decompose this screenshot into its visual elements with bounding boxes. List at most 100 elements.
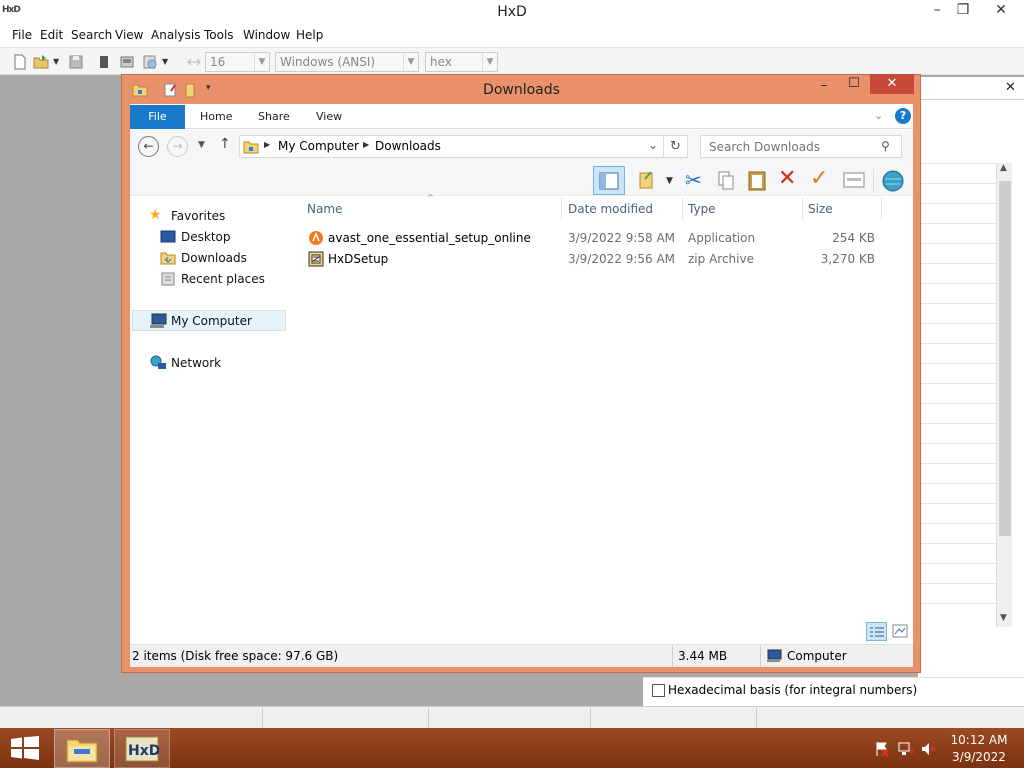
offset-base-select[interactable]: hex ▼	[425, 52, 498, 72]
help-icon[interactable]: ?	[895, 108, 911, 124]
back-button[interactable]: ←	[138, 136, 159, 157]
open-dropdown-icon[interactable]: ▼	[53, 57, 59, 66]
expand-ribbon-icon[interactable]: ⌄	[874, 109, 883, 122]
folder-icon	[243, 141, 259, 154]
address-bar[interactable]: ▶ My Computer ▶ Downloads ⌄	[239, 135, 664, 158]
panel-close-icon[interactable]: ✕	[1005, 80, 1016, 95]
status-selected-size: 3.44 MB	[678, 649, 728, 663]
column-header-date-modified[interactable]: Date modified	[568, 202, 653, 216]
scroll-down-icon[interactable]: ▼	[1000, 613, 1007, 623]
search-input[interactable]	[701, 136, 876, 157]
open-folder-icon[interactable]	[33, 54, 49, 70]
clock-date[interactable]: 3/9/2022	[944, 750, 1014, 764]
nav-downloads[interactable]: Downloads	[181, 251, 247, 265]
volume-muted-icon[interactable]	[921, 741, 937, 757]
restore-button[interactable]: ❐	[948, 0, 978, 22]
computer-icon	[150, 313, 167, 328]
scrollbar-thumb[interactable]	[999, 181, 1011, 536]
status-item-count: 2 items (Disk free space: 97.6 GB)	[132, 649, 339, 663]
cut-icon[interactable]: ✂	[685, 168, 702, 192]
paste-icon[interactable]	[747, 169, 767, 191]
grid-line	[920, 223, 1000, 224]
windows-start-icon[interactable]	[11, 736, 39, 760]
grid-line	[920, 443, 1000, 444]
tab-home[interactable]: Home	[200, 110, 232, 123]
taskbar-file-explorer[interactable]	[54, 729, 110, 768]
menu-window[interactable]: Window	[243, 28, 290, 42]
grid-line	[920, 203, 1000, 204]
disk-dropdown-icon[interactable]: ▼	[162, 57, 168, 66]
column-header-name[interactable]: Name	[307, 202, 342, 216]
desktop-icon	[160, 230, 176, 243]
up-button[interactable]: ↑	[219, 136, 231, 152]
bytes-per-row-select[interactable]: 16 ▼	[205, 52, 270, 72]
nav-recent-places[interactable]: Recent places	[181, 272, 265, 286]
scroll-up-icon[interactable]: ▲	[1000, 163, 1007, 173]
grid-line	[920, 363, 1000, 364]
tab-share[interactable]: Share	[258, 110, 290, 123]
explorer-minimize-button[interactable]: –	[810, 78, 838, 98]
network-status-icon[interactable]	[898, 741, 914, 757]
nav-favorites[interactable]: Favorites	[171, 209, 225, 223]
explorer-close-button[interactable]: ✕	[870, 74, 914, 94]
hexadecimal-basis-checkbox[interactable]	[652, 684, 665, 697]
menu-analysis[interactable]: Analysis	[151, 28, 200, 42]
breadcrumb-my-computer[interactable]: My Computer	[278, 139, 359, 153]
breadcrumb-downloads[interactable]: Downloads	[375, 139, 441, 153]
action-center-flag-icon[interactable]	[874, 741, 890, 757]
charset-select[interactable]: Windows (ANSI) ▼	[275, 52, 419, 72]
nav-my-computer[interactable]: My Computer	[171, 314, 252, 328]
menu-help[interactable]: Help	[296, 28, 323, 42]
grid-line	[920, 243, 1000, 244]
inspector-scrollbar[interactable]: ▲ ▼	[996, 163, 1012, 627]
downloads-folder-icon	[160, 252, 176, 265]
clock-time[interactable]: 10:12 AM	[944, 733, 1014, 747]
refresh-button[interactable]: ↻	[664, 135, 688, 158]
organize-dropdown-icon[interactable]: ▼	[666, 176, 673, 186]
column-header-type[interactable]: Type	[688, 202, 716, 216]
search-box[interactable]: ⚲	[700, 135, 902, 158]
address-dropdown-icon[interactable]: ⌄	[648, 138, 658, 152]
new-item-icon[interactable]	[843, 172, 865, 188]
taskbar-hxd[interactable]: HxD	[114, 729, 170, 768]
breadcrumb-separator-icon[interactable]: ▶	[264, 140, 270, 149]
hexadecimal-basis-label[interactable]: Hexadecimal basis (for integral numbers)	[668, 683, 917, 697]
explorer-maximize-button[interactable]: ☐	[840, 76, 868, 96]
open-ram-icon[interactable]	[119, 54, 135, 70]
grid-line	[920, 163, 1000, 164]
menu-search[interactable]: Search	[71, 28, 112, 42]
file-type: Application	[688, 231, 756, 245]
zip-archive-icon	[308, 251, 324, 267]
properties-icon[interactable]	[637, 170, 657, 190]
grid-line	[920, 523, 1000, 524]
open-disk-icon[interactable]	[96, 54, 112, 70]
menu-file[interactable]: File	[12, 28, 32, 42]
new-file-icon[interactable]	[12, 54, 28, 70]
breadcrumb-separator-icon[interactable]: ▶	[363, 140, 369, 149]
tab-view[interactable]: View	[316, 110, 342, 123]
close-button[interactable]: ✕	[983, 0, 1019, 22]
menu-view[interactable]: View	[115, 28, 143, 42]
rename-icon[interactable]: ✓	[810, 166, 828, 191]
table-row[interactable]: avast_one_essential_setup_online 3/9/202…	[305, 229, 880, 248]
open-disk-image-icon[interactable]	[142, 54, 158, 70]
forward-button[interactable]: →	[167, 136, 188, 157]
grid-line	[920, 283, 1000, 284]
nav-desktop[interactable]: Desktop	[181, 230, 231, 244]
nav-network[interactable]: Network	[171, 356, 221, 370]
menu-tools[interactable]: Tools	[204, 28, 234, 42]
column-header-size[interactable]: Size	[808, 202, 833, 216]
large-icons-view-icon[interactable]	[892, 624, 908, 638]
table-row[interactable]: HxDSetup 3/9/2022 9:56 AM zip Archive 3,…	[305, 250, 880, 269]
preview-pane-button[interactable]	[593, 166, 625, 195]
grid-line	[920, 583, 1000, 584]
menu-edit[interactable]: Edit	[40, 28, 63, 42]
save-icon[interactable]	[68, 54, 84, 70]
copy-icon[interactable]	[716, 170, 736, 190]
status-divider	[428, 707, 429, 728]
globe-icon[interactable]	[881, 169, 905, 193]
recent-locations-dropdown-icon[interactable]: ▼	[198, 140, 205, 150]
details-view-button[interactable]	[866, 622, 887, 641]
delete-icon[interactable]: ✕	[778, 166, 796, 191]
tab-file[interactable]: File	[130, 105, 185, 129]
